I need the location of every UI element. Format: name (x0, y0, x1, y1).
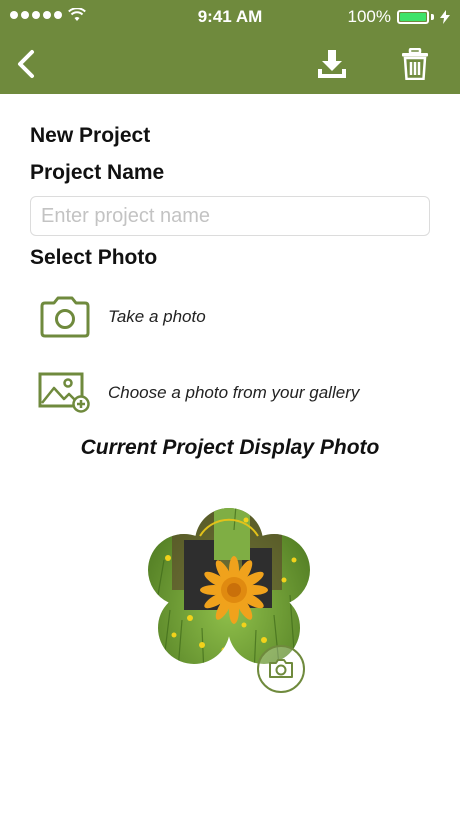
status-bar: 9:41 AM 100% (0, 0, 460, 34)
chevron-left-icon (18, 50, 34, 78)
charging-icon (440, 10, 450, 24)
choose-gallery-option[interactable]: Choose a photo from your gallery (38, 368, 428, 418)
delete-button[interactable] (395, 44, 435, 84)
download-icon (318, 50, 346, 78)
gallery-add-icon (38, 370, 92, 416)
change-photo-button[interactable] (256, 644, 306, 694)
battery-group: 100% (348, 7, 450, 27)
battery-tip (431, 14, 434, 20)
take-photo-option[interactable]: Take a photo (38, 292, 428, 342)
page-title: New Project (30, 124, 151, 147)
project-name-input[interactable] (30, 196, 430, 236)
nav-bar (0, 34, 460, 94)
camera-icon (257, 645, 305, 693)
current-photo-heading: Current Project Display Photo (80, 436, 380, 459)
select-photo-label: Select Photo (30, 246, 158, 269)
battery-icon (397, 10, 429, 24)
project-name-label: Project Name (30, 161, 165, 184)
download-button[interactable] (312, 44, 352, 84)
choose-gallery-label: Choose a photo from your gallery (108, 383, 360, 402)
take-photo-label: Take a photo (108, 307, 206, 326)
trash-icon (402, 48, 428, 80)
battery-percent: 100% (347, 7, 391, 26)
camera-icon (38, 294, 92, 340)
back-button[interactable] (6, 44, 46, 84)
